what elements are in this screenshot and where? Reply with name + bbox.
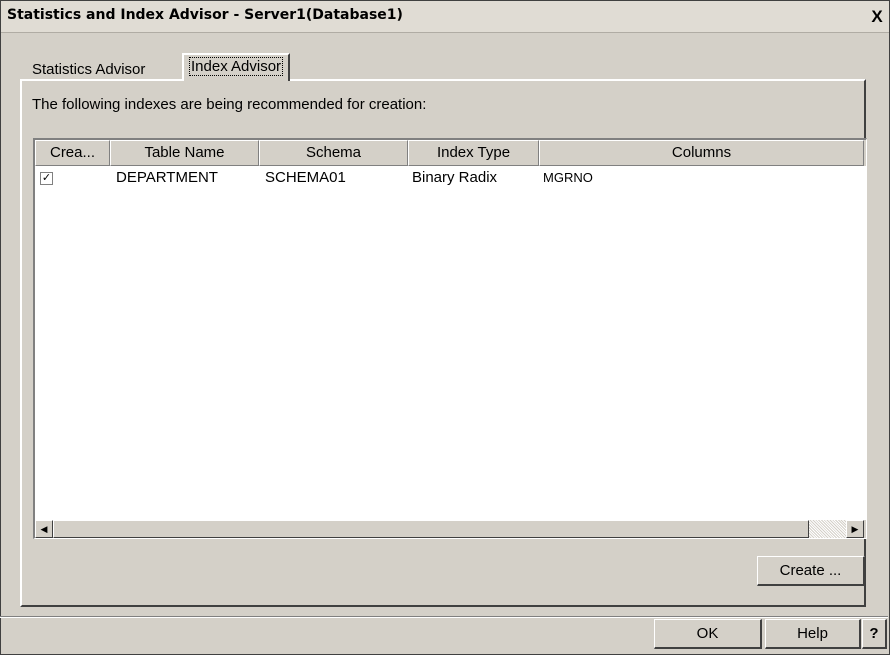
tab-label: Statistics Advisor [32, 61, 146, 78]
scroll-right-button[interactable]: ▶ [846, 520, 864, 538]
columns-cell: MGRNO [543, 170, 593, 185]
ok-button[interactable]: OK [654, 619, 762, 649]
column-header-schema[interactable]: Schema [259, 140, 408, 166]
index-type-cell: Binary Radix [412, 169, 498, 186]
column-header-table-name[interactable]: Table Name [110, 140, 259, 166]
title-bar[interactable]: Statistics and Index Advisor - Server1(D… [1, 1, 889, 33]
scroll-left-button[interactable]: ◀ [35, 520, 53, 538]
recommendations-table: Crea... Table Name Schema Index Type Col… [33, 138, 867, 539]
table-name-cell: DEPARTMENT [116, 169, 218, 186]
create-button[interactable]: Create ... [757, 556, 865, 586]
instruction-text: The following indexes are being recommen… [32, 96, 427, 113]
column-header-create[interactable]: Crea... [35, 140, 110, 166]
whats-this-button[interactable]: ? [862, 619, 887, 649]
scrollbar-track[interactable] [809, 520, 846, 538]
window-title: Statistics and Index Advisor - Server1(D… [7, 7, 403, 23]
tab-label: Index Advisor [188, 57, 284, 76]
column-header-columns[interactable]: Columns [539, 140, 864, 166]
tab-index-advisor[interactable]: Index Advisor [182, 53, 291, 81]
close-button[interactable]: X [867, 8, 887, 26]
create-cell: ✓ [35, 167, 108, 191]
help-button[interactable]: Help [765, 619, 861, 649]
table-row[interactable]: ✓ DEPARTMENT SCHEMA01 Binary Radix MGRNO [35, 167, 866, 191]
scrollbar-thumb[interactable] [53, 520, 809, 538]
column-header-index-type[interactable]: Index Type [408, 140, 539, 166]
schema-cell: SCHEMA01 [265, 169, 346, 186]
horizontal-scrollbar[interactable]: ◀ ▶ [35, 520, 866, 538]
separator [0, 616, 888, 618]
create-checkbox[interactable]: ✓ [40, 172, 53, 185]
table-header: Crea... Table Name Schema Index Type Col… [35, 140, 866, 166]
